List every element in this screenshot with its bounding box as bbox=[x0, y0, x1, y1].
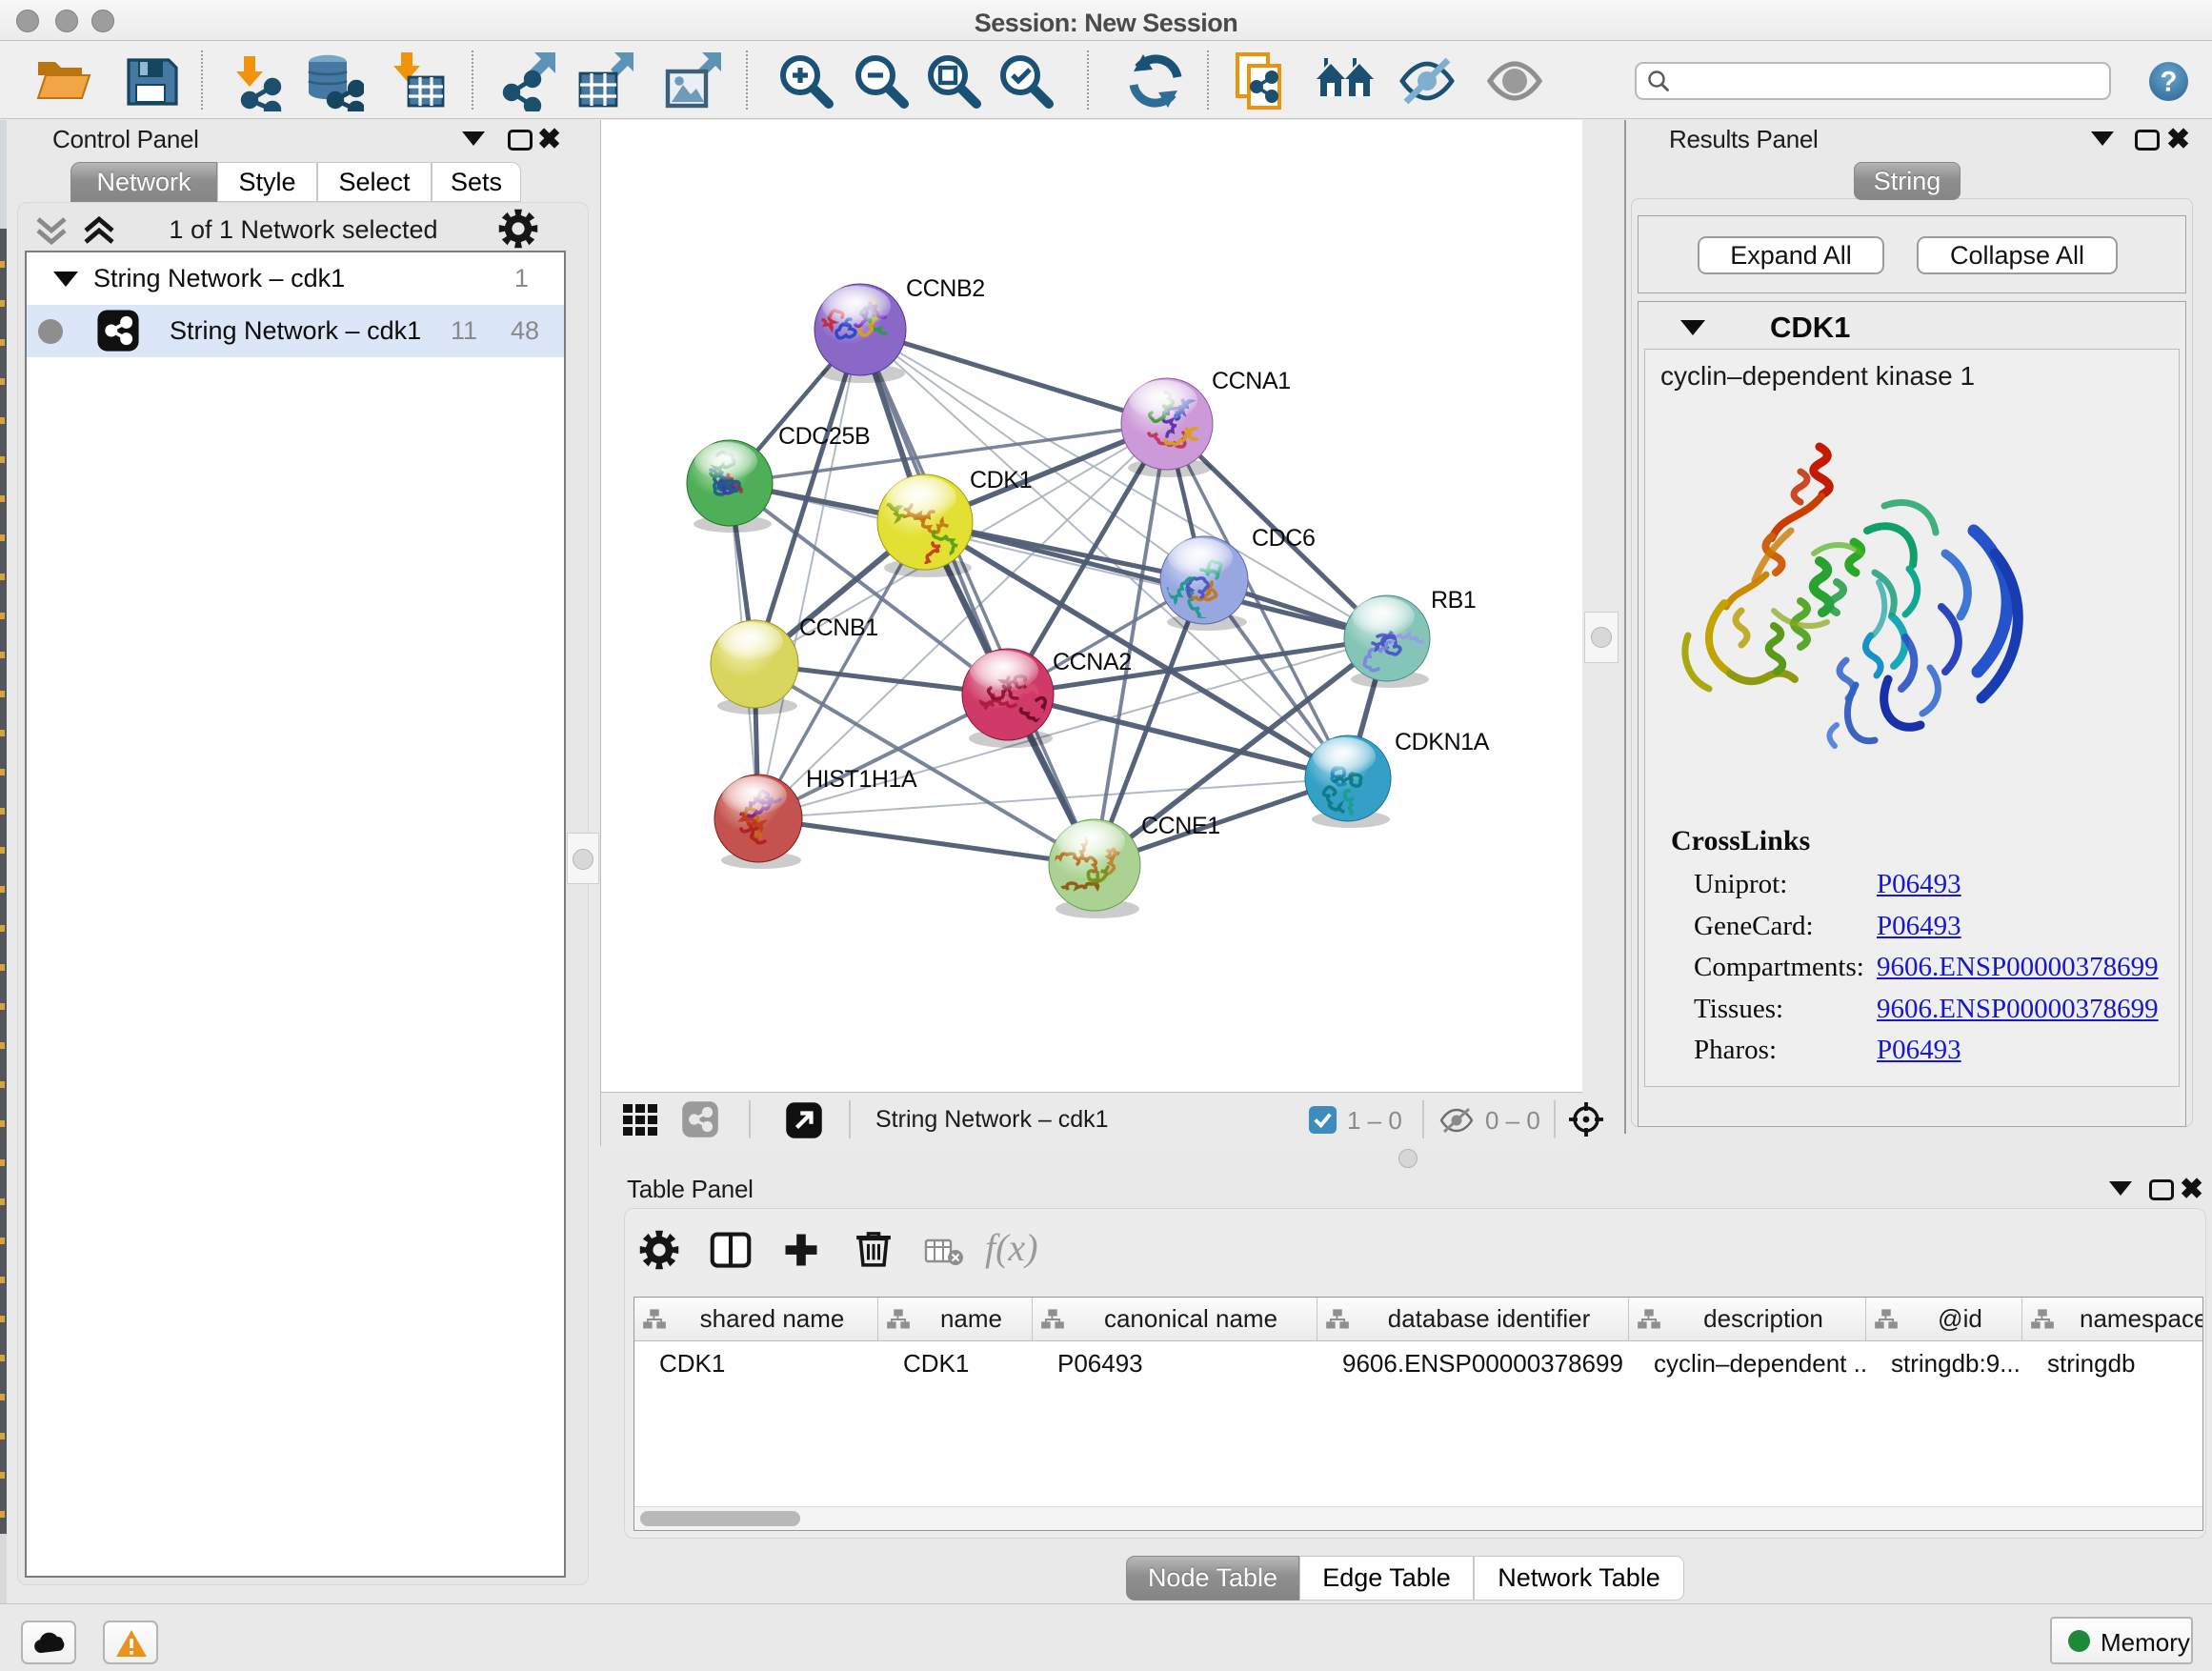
svg-text:RB1: RB1 bbox=[1431, 587, 1476, 614]
svg-text:CDK1: CDK1 bbox=[970, 467, 1032, 493]
svg-text:CDKN1A: CDKN1A bbox=[1395, 729, 1490, 755]
svg-text:CCNE1: CCNE1 bbox=[1141, 813, 1220, 839]
svg-text:HIST1H1A: HIST1H1A bbox=[806, 766, 917, 793]
svg-text:CCNB1: CCNB1 bbox=[799, 614, 878, 641]
svg-text:CCNA1: CCNA1 bbox=[1212, 368, 1291, 394]
svg-text:CDC6: CDC6 bbox=[1252, 525, 1315, 552]
svg-text:CCNA2: CCNA2 bbox=[1053, 649, 1132, 675]
svg-text:?: ? bbox=[2161, 66, 2178, 97]
svg-text:CCNB2: CCNB2 bbox=[906, 275, 985, 302]
svg-text:CDC25B: CDC25B bbox=[778, 423, 870, 450]
